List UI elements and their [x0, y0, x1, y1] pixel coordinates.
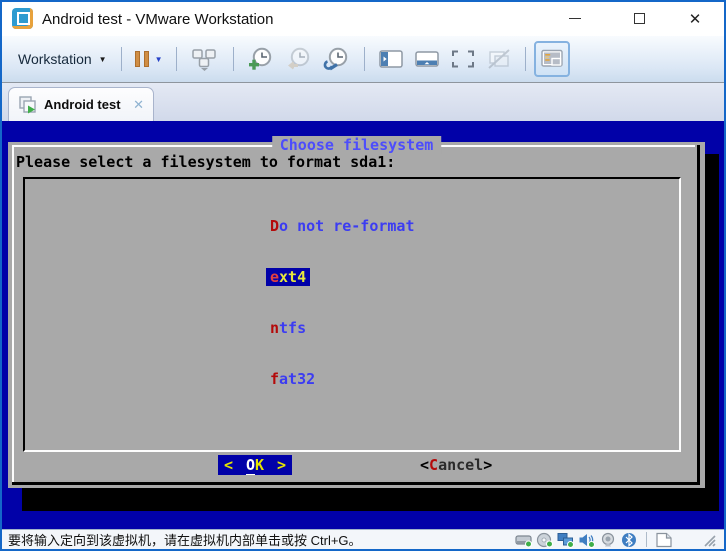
unity-mode-button — [481, 45, 517, 73]
dialog-border — [12, 482, 700, 485]
fullscreen-icon — [451, 50, 474, 68]
minimize-button[interactable] — [552, 2, 598, 35]
cd-rom-icon[interactable] — [536, 532, 554, 548]
vm-console-icon — [19, 95, 36, 113]
tab-close-icon[interactable]: ✕ — [133, 97, 144, 113]
manage-snapshots-icon — [323, 47, 347, 71]
show-library-button[interactable] — [373, 45, 409, 73]
take-snapshot-button[interactable] — [242, 44, 280, 74]
maximize-icon — [633, 13, 645, 24]
ok-button-label: OK — [245, 456, 265, 475]
dialog-title: Choose filesystem — [271, 136, 442, 154]
choose-filesystem-dialog: Choose filesystem Please select a filesy… — [8, 136, 705, 488]
send-ctrl-alt-del-button[interactable] — [185, 44, 225, 74]
list-item-fat32[interactable]: fat32 — [270, 371, 415, 388]
chevron-down-icon: ▼ — [98, 54, 107, 64]
status-message: 要将输入定向到该虚拟机，请在虚拟机内部单击或按 Ctrl+G。 — [8, 533, 362, 548]
network-adapter-icon[interactable] — [557, 532, 575, 548]
revert-snapshot-button — [280, 44, 318, 74]
list-item-do-not-reformat[interactable]: Do not re-format — [270, 218, 415, 235]
filesystem-options: Do not re-format ext4 ntfs fat32 — [266, 184, 415, 422]
power-options-chevron-icon[interactable]: ▼ — [155, 55, 163, 64]
list-item-ext4-selected[interactable]: ext4 — [266, 268, 415, 286]
title-bar: Android test - VMware Workstation ✕ — [2, 2, 724, 36]
status-bar: 要将输入定向到该虚拟机，请在虚拟机内部单击或按 Ctrl+G。 — [2, 529, 724, 549]
toolbar-separator — [232, 47, 234, 71]
tab-bar: Android test ✕ — [2, 83, 724, 121]
show-thumbnail-bar-button[interactable] — [409, 45, 445, 73]
dialog-border — [697, 145, 700, 485]
console-view-toggle[interactable] — [533, 41, 570, 77]
dialog-shadow — [703, 154, 719, 511]
window-title: Android test - VMware Workstation — [42, 10, 274, 28]
bluetooth-icon[interactable] — [620, 532, 638, 548]
tab-android-test[interactable]: Android test ✕ — [8, 87, 154, 121]
vm-console-screen[interactable]: Choose filesystem Please select a filesy… — [2, 121, 724, 529]
toolbar-separator — [175, 47, 177, 71]
vmware-window: Android test - VMware Workstation ✕ Work… — [0, 0, 726, 551]
dialog-border — [12, 145, 14, 482]
device-status-icons — [515, 532, 718, 548]
webcam-icon[interactable] — [599, 532, 617, 548]
manage-snapshots-button[interactable] — [318, 44, 356, 74]
workstation-menu-label: Workstation — [18, 51, 92, 67]
list-item-ntfs[interactable]: ntfs — [270, 320, 415, 337]
send-ctrl-alt-del-icon — [191, 49, 216, 71]
status-separator — [646, 532, 647, 547]
dialog-prompt: Please select a filesystem to format sda… — [16, 153, 396, 171]
take-snapshot-icon — [248, 47, 271, 70]
unity-mode-icon — [487, 49, 510, 69]
ok-button[interactable]: < OK > — [218, 455, 292, 475]
maximize-button[interactable] — [616, 2, 662, 35]
dialog-shadow — [22, 488, 719, 511]
pause-icon — [134, 51, 149, 67]
fullscreen-button[interactable] — [445, 45, 481, 73]
workstation-menu[interactable]: Workstation ▼ — [12, 47, 113, 71]
vmware-logo-icon — [12, 8, 33, 29]
close-button[interactable]: ✕ — [672, 2, 718, 35]
show-library-icon — [378, 50, 403, 68]
tab-label: Android test — [44, 97, 121, 112]
message-log-icon[interactable] — [655, 532, 673, 548]
sound-icon[interactable] — [578, 532, 596, 548]
show-thumbnail-bar-icon — [414, 51, 439, 67]
toolbar-separator — [524, 47, 526, 71]
toolbar: Workstation ▼ ▼ — [2, 36, 724, 83]
toolbar-separator — [363, 47, 365, 71]
hard-disk-icon[interactable] — [515, 532, 533, 548]
toolbar-separator — [120, 47, 122, 71]
revert-snapshot-icon — [287, 47, 309, 70]
resize-grip[interactable] — [702, 533, 716, 547]
pause-vm-button[interactable]: ▼ — [130, 48, 168, 70]
cancel-button[interactable]: < C ancel > — [420, 455, 492, 475]
minimize-icon — [569, 18, 581, 19]
console-view-icon — [540, 49, 563, 67]
